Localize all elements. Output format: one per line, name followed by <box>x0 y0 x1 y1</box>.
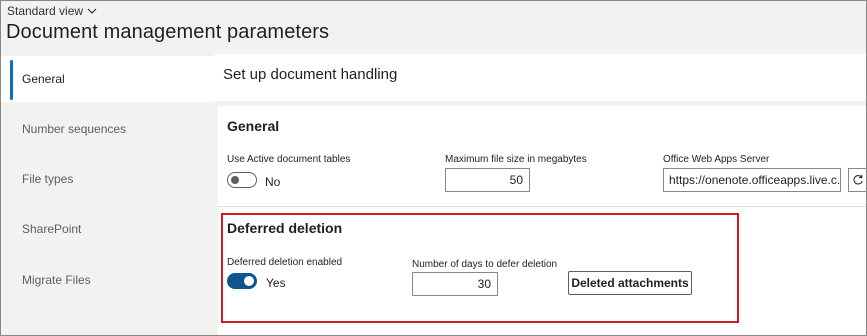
general-group-title: General <box>227 118 280 134</box>
deferred-enabled-toggle[interactable] <box>227 273 257 289</box>
section-title: Set up document handling <box>223 66 398 83</box>
refresh-icon <box>853 174 863 185</box>
deferred-enabled-value: Yes <box>266 276 286 290</box>
office-server-label: Office Web Apps Server <box>663 154 770 165</box>
max-file-size-label: Maximum file size in megabytes <box>445 154 587 165</box>
active-tables-toggle[interactable] <box>227 172 257 188</box>
page-title: Document management parameters <box>6 21 330 43</box>
sidebar-item-number-sequences[interactable]: Number sequences <box>1 106 214 152</box>
active-tables-value: No <box>265 175 281 189</box>
active-tables-label: Use Active document tables <box>227 154 351 165</box>
sidebar-item-label: SharePoint <box>22 222 82 236</box>
page-header: Standard view Document management parame… <box>1 1 866 54</box>
sidebar-item-migrate-files[interactable]: Migrate Files <box>1 257 214 303</box>
section-divider <box>218 206 866 207</box>
view-selector-label: Standard view <box>7 4 84 18</box>
office-server-input[interactable]: https://onenote.officeapps.live.c... <box>663 168 841 192</box>
view-selector[interactable]: Standard view <box>7 4 97 18</box>
deferred-group-title: Deferred deletion <box>227 220 343 236</box>
sidebar-item-sharepoint[interactable]: SharePoint <box>1 206 214 252</box>
max-file-size-input[interactable]: 50 <box>445 168 530 192</box>
toggle-knob <box>244 276 254 286</box>
sidebar-item-label: Migrate Files <box>22 273 91 287</box>
sidebar-nav: General Number sequences File types Shar… <box>1 54 214 335</box>
sidebar-item-label: File types <box>22 172 74 186</box>
sidebar-item-label: General <box>22 72 65 86</box>
sidebar-item-general[interactable]: General <box>1 56 214 102</box>
main-content: Set up document handling General Use Act… <box>214 54 866 335</box>
defer-days-input[interactable]: 30 <box>412 272 498 296</box>
section-header: Set up document handling <box>214 54 866 101</box>
deleted-attachments-button[interactable]: Deleted attachments <box>568 271 692 295</box>
sidebar-item-label: Number sequences <box>22 122 127 136</box>
deferred-enabled-label: Deferred deletion enabled <box>227 257 343 268</box>
settings-panel: General Use Active document tables No Ma… <box>218 106 866 335</box>
toggle-knob <box>231 176 239 184</box>
sidebar-item-file-types[interactable]: File types <box>1 156 214 202</box>
chevron-down-icon <box>87 8 97 14</box>
defer-days-label: Number of days to defer deletion <box>412 259 558 270</box>
refresh-button[interactable] <box>848 168 866 192</box>
